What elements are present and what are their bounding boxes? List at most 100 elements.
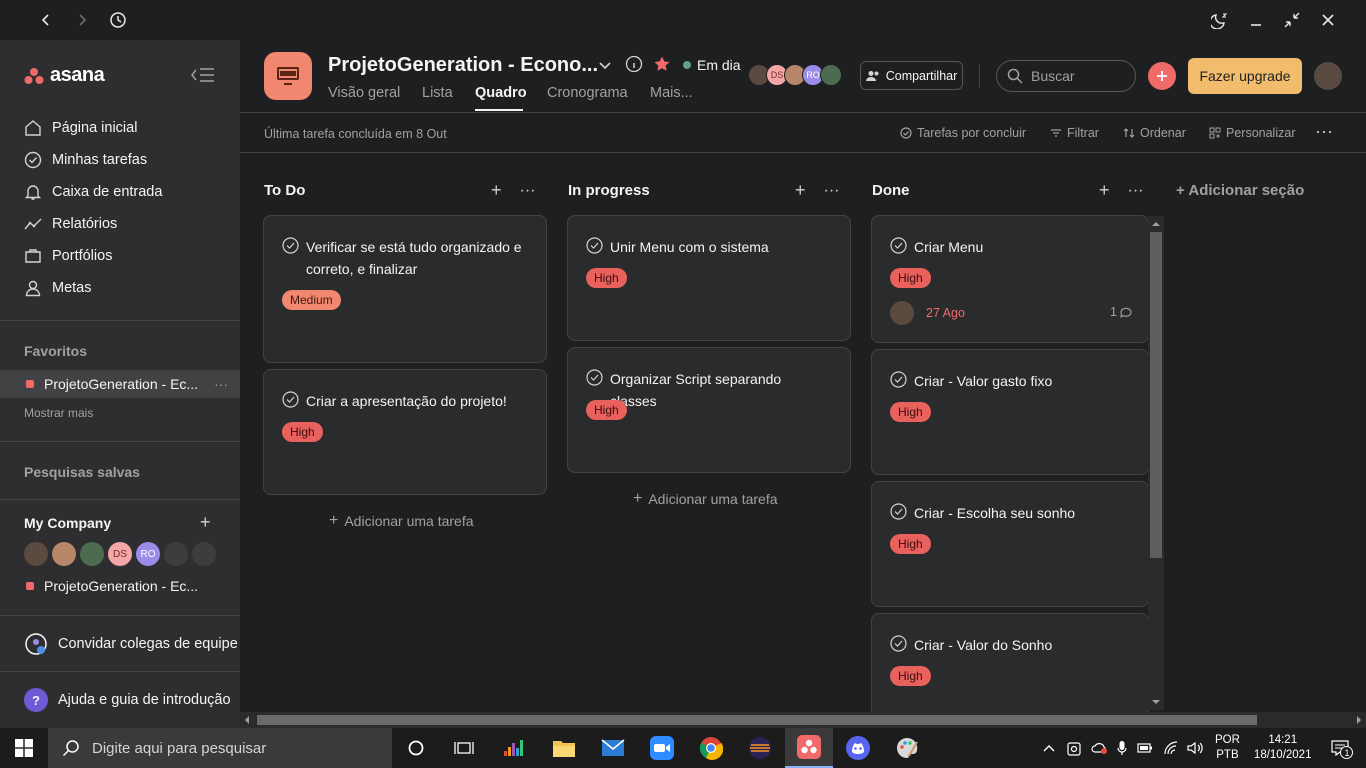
battery-icon[interactable]	[1137, 742, 1153, 754]
project-status[interactable]: Em dia	[683, 57, 741, 73]
add-icon[interactable]: +	[491, 180, 502, 201]
project-menu-button[interactable]	[598, 58, 612, 72]
column-title-in-progress[interactable]: In progress	[568, 182, 650, 199]
notifications-button[interactable]: 1	[1331, 740, 1354, 759]
due-date[interactable]: 27 Ago	[926, 306, 965, 320]
vertical-scrollbar[interactable]	[1148, 216, 1164, 710]
quick-add-button[interactable]	[1148, 62, 1176, 90]
asana-logo[interactable]: asana	[24, 64, 105, 87]
taskbar-search-input[interactable]: Digite aqui para pesquisar	[48, 728, 392, 768]
task-view-button[interactable]	[440, 728, 488, 768]
priority-tag[interactable]: High	[890, 534, 931, 554]
more-icon[interactable]: ···	[520, 182, 536, 200]
app-discord[interactable]	[834, 728, 882, 768]
incomplete-tasks-filter[interactable]: Tarefas por concluir	[900, 126, 1026, 140]
app-file-explorer[interactable]	[540, 728, 588, 768]
team-project-item[interactable]: ProjetoGeneration - Ec...	[0, 572, 240, 600]
more-options-icon[interactable]: ···	[1315, 121, 1333, 142]
nav-inbox[interactable]: Caixa de entrada	[24, 180, 162, 204]
more-icon[interactable]: ···	[214, 376, 228, 392]
priority-tag[interactable]: High	[586, 400, 627, 420]
team-heading[interactable]: My Company	[24, 515, 111, 531]
nav-goals[interactable]: Metas	[24, 276, 92, 300]
task-card[interactable]: Criar - Escolha seu sonho High	[871, 481, 1149, 607]
customize-button[interactable]: Personalizar	[1209, 126, 1295, 140]
collapse-sidebar-button[interactable]	[190, 65, 216, 85]
search-input[interactable]: Buscar	[996, 60, 1136, 92]
nav-portfolios[interactable]: Portfólios	[24, 244, 112, 268]
tab-board[interactable]: Quadro	[475, 85, 527, 101]
camera-icon[interactable]	[1067, 740, 1081, 756]
add-task-button[interactable]: + Adicionar uma tarefa	[633, 490, 778, 508]
tab-list[interactable]: Lista	[422, 85, 453, 101]
priority-tag[interactable]: High	[282, 422, 323, 442]
priority-tag[interactable]: Medium	[282, 290, 341, 310]
add-icon[interactable]: +	[795, 180, 806, 201]
favorite-star-button[interactable]	[653, 55, 671, 73]
history-button[interactable]	[106, 8, 130, 32]
project-members[interactable]: DS RO	[748, 64, 842, 86]
task-card[interactable]: Criar - Valor do Sonho High	[871, 613, 1149, 713]
show-more-link[interactable]: Mostrar mais	[24, 406, 93, 420]
task-card[interactable]: Criar - Valor gasto fixo High	[871, 349, 1149, 475]
nav-home[interactable]: Página inicial	[24, 116, 137, 140]
task-card[interactable]: Unir Menu com o sistema High	[567, 215, 851, 341]
add-icon[interactable]: +	[1099, 180, 1110, 201]
app-chrome[interactable]	[687, 728, 735, 768]
onedrive-icon[interactable]	[1091, 741, 1109, 755]
avatar-placeholder[interactable]	[192, 542, 216, 566]
app-zoom[interactable]	[638, 728, 686, 768]
cortana-button[interactable]	[392, 728, 440, 768]
nav-my-tasks[interactable]: Minhas tarefas	[24, 148, 147, 172]
share-button[interactable]: Compartilhar	[860, 61, 963, 90]
add-team-icon[interactable]: +	[200, 512, 211, 533]
nav-reports[interactable]: Relatórios	[24, 212, 117, 236]
invite-teammates-button[interactable]: Convidar colegas de equipe	[24, 632, 238, 656]
app-paint[interactable]	[883, 728, 931, 768]
more-icon[interactable]: ···	[824, 182, 840, 200]
close-button[interactable]	[1316, 8, 1340, 32]
microphone-icon[interactable]	[1117, 740, 1127, 756]
tab-more[interactable]: Mais...	[650, 85, 693, 101]
avatar[interactable]	[24, 542, 48, 566]
app-eclipse[interactable]	[736, 728, 784, 768]
comment-count[interactable]: 1	[1110, 305, 1132, 319]
favorites-heading[interactable]: Favoritos	[24, 343, 87, 359]
clock[interactable]: 14:21 18/10/2021	[1254, 733, 1312, 763]
priority-tag[interactable]: High	[890, 666, 931, 686]
wifi-icon[interactable]	[1163, 741, 1179, 755]
task-card[interactable]: Criar Menu High 27 Ago 1	[871, 215, 1149, 343]
avatar-placeholder[interactable]	[164, 542, 188, 566]
sort-button[interactable]: Ordenar	[1123, 126, 1186, 140]
avatar[interactable]	[80, 542, 104, 566]
restore-button[interactable]	[1280, 8, 1304, 32]
user-avatar[interactable]	[1314, 62, 1342, 90]
assignee-avatar[interactable]	[890, 301, 914, 325]
project-icon[interactable]	[264, 52, 312, 100]
add-task-button[interactable]: + Adicionar uma tarefa	[329, 512, 474, 530]
tab-overview[interactable]: Visão geral	[328, 85, 400, 101]
column-title-todo[interactable]: To Do	[264, 182, 305, 199]
favorite-project-item[interactable]: ProjetoGeneration - Ec... ···	[0, 370, 240, 398]
project-info-button[interactable]	[625, 55, 643, 73]
column-title-done[interactable]: Done	[872, 182, 910, 199]
task-card[interactable]: Verificar se está tudo organizado e corr…	[263, 215, 547, 363]
volume-icon[interactable]	[1187, 741, 1203, 755]
avatar[interactable]: RO	[136, 542, 160, 566]
priority-tag[interactable]: High	[890, 402, 931, 422]
app-deezer[interactable]	[490, 728, 538, 768]
tab-timeline[interactable]: Cronograma	[547, 85, 628, 101]
add-section-button[interactable]: + Adicionar seção	[1176, 182, 1304, 199]
task-card[interactable]: Organizar Script separando classes High	[567, 347, 851, 473]
chevron-up-icon[interactable]	[1043, 744, 1055, 752]
priority-tag[interactable]: High	[890, 268, 931, 288]
minimize-button[interactable]	[1244, 8, 1268, 32]
saved-searches-heading[interactable]: Pesquisas salvas	[24, 464, 140, 480]
upgrade-button[interactable]: Fazer upgrade	[1188, 58, 1302, 94]
back-button[interactable]	[34, 8, 58, 32]
app-asana-active[interactable]	[785, 728, 833, 768]
help-button[interactable]: ? Ajuda e guia de introdução	[24, 688, 231, 712]
focus-mode-button[interactable]	[1208, 8, 1232, 32]
language-indicator[interactable]: POR PTB	[1215, 733, 1240, 763]
app-mail[interactable]	[589, 728, 637, 768]
